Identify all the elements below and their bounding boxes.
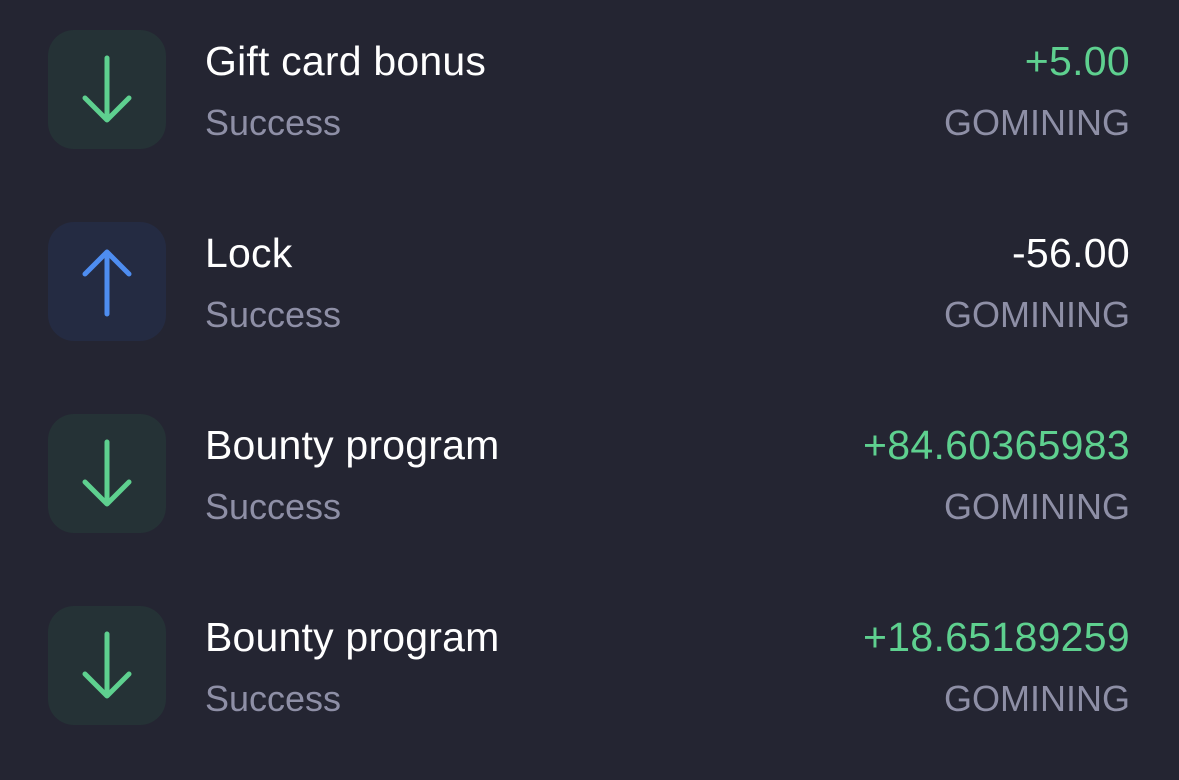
arrow-down-icon <box>82 439 132 506</box>
transaction-title: Bounty program <box>205 422 500 468</box>
transaction-currency: GOMINING <box>944 678 1130 719</box>
arrow-up-icon <box>82 249 132 316</box>
transaction-title: Bounty program <box>205 614 500 660</box>
transaction-row[interactable]: Gift card bonus Success +5.00 GOMINING <box>0 24 1179 164</box>
transaction-amount: -56.00 <box>1011 230 1130 276</box>
arrow-down-icon <box>82 55 132 122</box>
transaction-amount: +84.60365983 <box>863 422 1130 468</box>
transaction-currency: GOMINING <box>944 102 1130 143</box>
transaction-row[interactable]: Lock Success -56.00 GOMINING <box>0 216 1179 356</box>
transaction-list: Gift card bonus Success +5.00 GOMINING L… <box>0 0 1179 780</box>
outgoing-tile <box>48 222 166 341</box>
transaction-amount: +5.00 <box>1024 38 1130 84</box>
transaction-status: Success <box>205 294 342 335</box>
incoming-tile <box>48 414 166 533</box>
arrow-down-icon <box>82 631 132 698</box>
incoming-tile <box>48 30 166 149</box>
transaction-status: Success <box>205 102 342 143</box>
transaction-status: Success <box>205 678 342 719</box>
transaction-row[interactable]: Bounty program Success +84.60365983 GOMI… <box>0 408 1179 548</box>
transaction-currency: GOMINING <box>944 294 1130 335</box>
transaction-title: Lock <box>205 230 293 276</box>
transaction-status: Success <box>205 486 342 527</box>
transaction-currency: GOMINING <box>944 486 1130 527</box>
transaction-title: Gift card bonus <box>205 38 487 84</box>
transaction-amount: +18.65189259 <box>863 614 1130 660</box>
incoming-tile <box>48 606 166 725</box>
transaction-row[interactable]: Bounty program Success +18.65189259 GOMI… <box>0 600 1179 740</box>
